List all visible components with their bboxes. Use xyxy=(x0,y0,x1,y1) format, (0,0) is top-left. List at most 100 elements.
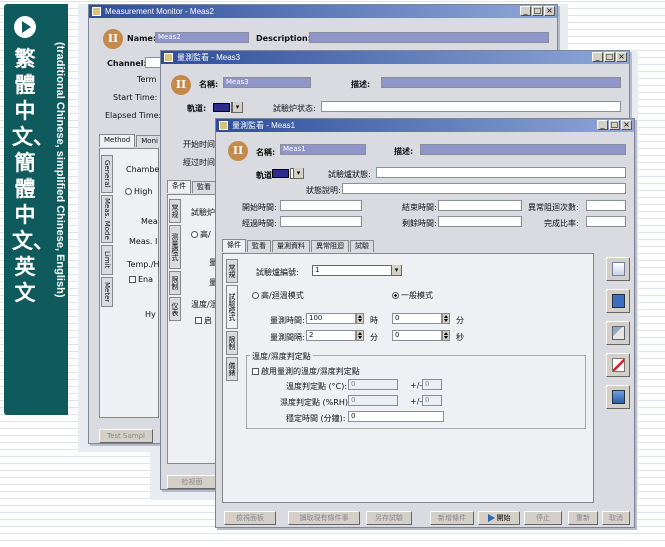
export-icon[interactable] xyxy=(606,257,630,281)
close-button[interactable]: × xyxy=(621,120,632,130)
vtab-limit[interactable]: 限制 xyxy=(169,271,181,295)
vtab-general[interactable]: 常规 xyxy=(169,199,181,223)
description-field[interactable] xyxy=(309,32,549,43)
high-mode-radio[interactable]: High xyxy=(125,187,152,196)
description-label: 描述: xyxy=(351,80,371,89)
maximize-button[interactable]: □ xyxy=(532,6,543,16)
temp-pm-label: +/- xyxy=(410,381,423,390)
furnace-status-field xyxy=(376,167,626,178)
interval-minutes-field[interactable]: 2 xyxy=(306,330,356,341)
channel-label: Channel: xyxy=(107,59,147,68)
name-field[interactable]: Meas1 xyxy=(280,144,366,155)
stable-time-field[interactable]: 0 xyxy=(348,411,444,422)
meas-time-label: 量測時間: xyxy=(270,316,305,325)
normal-mode-radio[interactable]: 一般模式 xyxy=(392,290,433,301)
copy-icon[interactable] xyxy=(606,385,630,409)
test-sample-button[interactable]: Test Sampl xyxy=(99,429,153,443)
minimize-button[interactable]: _ xyxy=(592,52,603,62)
enable-checkbox[interactable]: 启 xyxy=(195,315,212,326)
maximize-button[interactable]: □ xyxy=(609,120,620,130)
vtab-limit[interactable]: 限制 xyxy=(226,331,238,355)
titlebar[interactable]: 量測監看 - Meas1 _ □ × xyxy=(216,119,634,132)
meter-logo-icon: II xyxy=(171,75,191,95)
humid-pm-field[interactable]: 0 xyxy=(422,395,442,406)
vtab-meter[interactable]: Meter xyxy=(101,277,113,307)
tab-condition[interactable]: 条件 xyxy=(167,180,191,193)
temp-humid-group-label: 溫度/濕度判定點 xyxy=(250,351,313,362)
titlebar[interactable]: Measurement Monitor - Meas2 _ □ × xyxy=(89,5,557,18)
status-desc-label: 狀態說明: xyxy=(306,186,341,195)
vtab-limit[interactable]: Limit xyxy=(101,245,113,275)
minimize-button[interactable]: _ xyxy=(597,120,608,130)
load-condition-button[interactable]: 讀取現有條件事 xyxy=(288,511,360,525)
minimize-button[interactable]: _ xyxy=(520,6,531,16)
tab-abnormal[interactable]: 異常阻迴 xyxy=(311,240,349,252)
channel-color-swatch[interactable] xyxy=(213,103,230,112)
maximize-button[interactable]: □ xyxy=(604,52,615,62)
play-icon xyxy=(487,514,495,522)
meas-time-minutes-spinner[interactable] xyxy=(442,313,450,324)
tab-monitor[interactable]: Moni xyxy=(136,135,163,147)
vtab-meter[interactable]: 儀錶 xyxy=(226,357,238,381)
vtab-general[interactable]: 常規 xyxy=(226,259,238,283)
channel-field[interactable] xyxy=(145,57,161,68)
stop-button[interactable]: 停止 xyxy=(524,511,562,525)
vtab-test-mode[interactable]: 試驗模式 xyxy=(226,285,238,329)
start-time-field xyxy=(280,200,362,211)
edit-icon[interactable] xyxy=(606,321,630,345)
interval-seconds-spinner[interactable] xyxy=(442,330,450,341)
vtab-general[interactable]: General xyxy=(101,155,113,193)
view-panel-button[interactable]: 检视面 xyxy=(167,475,217,489)
add-condition-button[interactable]: 新增條件 xyxy=(430,511,474,525)
furnace-number-label: 試驗爐編號: xyxy=(256,268,299,277)
vtab-meter[interactable]: 仪表 xyxy=(169,297,181,321)
description-field[interactable] xyxy=(420,144,626,155)
check-icon[interactable] xyxy=(606,353,630,377)
meas-time-minutes-field[interactable]: 0 xyxy=(392,313,442,324)
tab-meas-data[interactable]: 量測資料 xyxy=(272,240,310,252)
interval-seconds-field[interactable]: 0 xyxy=(392,330,442,341)
tab-monitor[interactable]: 監看 xyxy=(247,240,271,252)
save-test-button[interactable]: 另存試驗 xyxy=(366,511,412,525)
language-banner: 繁體中文、簡體中文、英文 (traditional Chinese, simpl… xyxy=(4,4,68,415)
elapsed-time-field xyxy=(280,216,362,227)
vtab-meas-mode[interactable]: Meas. Mode xyxy=(101,195,113,243)
channel-color-swatch[interactable] xyxy=(272,169,289,178)
furnace-number-select[interactable]: 1 xyxy=(312,265,402,276)
temp-pm-field[interactable]: 0 xyxy=(422,379,442,390)
titlebar[interactable]: 量測監看 - Meas3 _ □ × xyxy=(161,51,629,64)
high-mode-radio[interactable]: 高/迴溫模式 xyxy=(252,290,304,301)
save-icon[interactable] xyxy=(606,289,630,313)
enable-checkbox[interactable]: Ena xyxy=(129,275,153,284)
meas-time-hours-spinner[interactable] xyxy=(356,313,364,324)
hours-unit: 時 xyxy=(370,316,378,325)
minutes-unit: 分 xyxy=(456,316,464,325)
reset-button[interactable]: 重新 xyxy=(568,511,598,525)
interval-minutes-spinner[interactable] xyxy=(356,330,364,341)
app-icon xyxy=(164,53,173,62)
temp-point-field[interactable]: 0 xyxy=(348,379,398,390)
vtab-meas-mode[interactable]: 测量模式 xyxy=(169,225,181,269)
view-panel-button[interactable]: 檢視面板 xyxy=(224,511,276,525)
channel-select[interactable] xyxy=(231,102,243,113)
name-field[interactable]: Meas3 xyxy=(223,77,311,88)
temp-humid-label: Temp./H xyxy=(127,260,160,269)
end-time-field xyxy=(438,200,522,211)
tab-condition[interactable]: 條件 xyxy=(222,239,246,252)
high-mode-radio[interactable]: 高/ xyxy=(191,229,211,240)
humid-point-field[interactable]: 0 xyxy=(348,395,398,406)
tab-method[interactable]: Method xyxy=(99,134,136,147)
name-label: 名稱: xyxy=(199,80,219,89)
temp-enable-checkbox[interactable]: 啟用量測的溫度/濕度判定點 xyxy=(252,366,360,377)
meas-time-hours-field[interactable]: 100 xyxy=(306,313,356,324)
close-button[interactable]: × xyxy=(544,6,555,16)
close-button[interactable]: × xyxy=(616,52,627,62)
name-field[interactable]: Meas2 xyxy=(155,32,249,43)
tab-monitor[interactable]: 監看 xyxy=(192,181,216,193)
description-field[interactable] xyxy=(381,77,621,88)
start-button[interactable]: 開始 xyxy=(478,511,520,525)
cancel-button[interactable]: 取消 xyxy=(602,511,630,525)
window-title: 量測監看 - Meas1 xyxy=(232,121,296,130)
tab-test[interactable]: 試驗 xyxy=(350,240,374,252)
channel-select[interactable] xyxy=(290,168,304,179)
